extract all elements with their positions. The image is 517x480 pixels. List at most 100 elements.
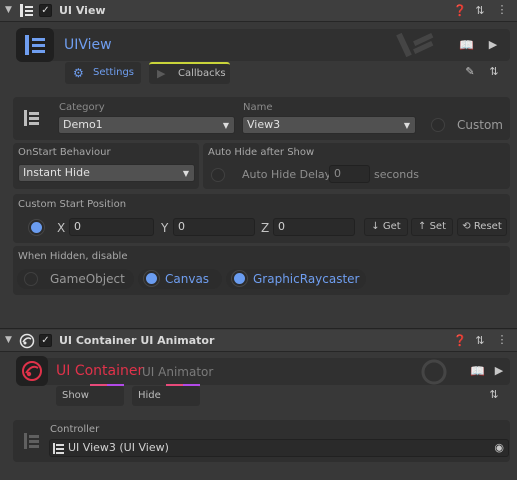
gear-icon: ⚙ <box>73 66 84 80</box>
set-button[interactable]: ↑ Set <box>411 218 453 236</box>
controller-object-field[interactable]: UI View3 (UI View) ◉ <box>49 439 509 457</box>
onstart-label: OnStart Behaviour <box>18 147 111 158</box>
onstart-value: Instant Hide <box>23 166 90 179</box>
reset-label: Reset <box>473 221 502 232</box>
z-label: Z <box>261 221 270 235</box>
controller-label: Controller <box>50 424 100 435</box>
preset-icon[interactable]: ⇅ <box>473 334 487 347</box>
gameobject-option[interactable]: GameObject <box>17 269 134 289</box>
uiview-logo <box>16 28 54 62</box>
sort-icon[interactable]: ⇅ <box>487 388 501 401</box>
help-icon[interactable]: ❓ <box>453 334 467 347</box>
get-button[interactable]: ↓ Get <box>364 218 408 236</box>
sort-icon[interactable]: ⇅ <box>487 65 501 78</box>
custom-start-label: Custom Start Position <box>18 199 127 210</box>
preset-icon[interactable]: ⇅ <box>473 4 487 17</box>
name-label: Name <box>243 102 273 113</box>
graphicraycaster-option[interactable]: GraphicRaycaster <box>226 269 366 289</box>
component-divider <box>0 328 517 329</box>
x-input[interactable]: 0 <box>69 218 154 236</box>
documentation-icon[interactable]: 📖 <box>459 38 474 52</box>
watermark-icon <box>396 32 434 58</box>
get-label: Get <box>382 221 401 232</box>
ui-view-title: UIView <box>64 37 112 53</box>
ui-view-header-title: UI View <box>59 4 106 17</box>
set-label: Set <box>429 221 446 232</box>
edit-icon[interactable]: ✎ <box>463 65 477 78</box>
ui-view-component-header[interactable]: ▼ ✓ UI View ❓ ⇅ ⋮ <box>0 0 517 22</box>
tab-hide[interactable]: Hide <box>132 384 200 406</box>
tab-settings-label: Settings <box>93 67 135 78</box>
ui-animator-header-title: UI Container UI Animator <box>59 334 215 347</box>
ui-animator-component-header[interactable]: ▼ ✓ UI Container UI Animator ❓ ⇅ ⋮ <box>0 330 517 352</box>
object-picker-icon[interactable]: ◉ <box>494 440 504 456</box>
tab-callbacks[interactable]: ▶ Callbacks <box>149 62 230 84</box>
y-input[interactable]: 0 <box>173 218 255 236</box>
ui-view-enabled-checkbox[interactable]: ✓ <box>39 4 52 17</box>
chevron-down-icon: ▼ <box>403 121 410 130</box>
chevron-down-icon: ▼ <box>222 121 229 130</box>
ui-animator-title: UI Container <box>56 363 144 379</box>
more-options-icon[interactable]: ⋮ <box>495 3 509 16</box>
reset-button[interactable]: ⟲ Reset <box>457 218 507 236</box>
arrow-down-icon: ↓ <box>371 221 380 232</box>
z-input[interactable]: 0 <box>273 218 355 236</box>
ui-animator-enabled-checkbox[interactable]: ✓ <box>39 334 52 347</box>
auto-hide-toggle[interactable] <box>211 168 225 182</box>
uiview-component-icon <box>20 4 33 17</box>
gameobject-label: GameObject <box>50 272 125 286</box>
tab-show[interactable]: Show <box>56 384 124 406</box>
y-label: Y <box>161 221 169 235</box>
more-options-icon[interactable]: ⋮ <box>495 333 509 346</box>
graphicraycaster-label: GraphicRaycaster <box>253 272 360 286</box>
animator-component-icon <box>19 333 35 349</box>
custom-label: Custom <box>457 118 503 132</box>
ui-animator-subtitle: UI Animator <box>142 365 214 379</box>
youtube-icon[interactable]: ▶ <box>492 364 506 377</box>
name-value: View3 <box>247 118 281 131</box>
tab-hide-label: Hide <box>138 390 161 401</box>
x-label: X <box>57 221 66 235</box>
controller-icon <box>24 433 39 449</box>
auto-hide-delay-input[interactable]: 0 <box>329 165 370 183</box>
callbacks-icon: ▶ <box>157 67 166 80</box>
watermark-icon <box>421 359 447 385</box>
custom-start-toggle[interactable] <box>29 220 44 235</box>
canvas-toggle[interactable] <box>144 271 159 286</box>
when-hidden-label: When Hidden, disable <box>18 251 128 262</box>
graphicraycaster-toggle[interactable] <box>232 271 247 286</box>
category-dropdown[interactable]: Demo1 ▼ <box>58 116 235 134</box>
hide-underline-purple <box>183 384 200 386</box>
canvas-label: Canvas <box>165 272 210 286</box>
uiview-logo-icon <box>25 35 45 55</box>
auto-hide-delay-label: Auto Hide Delay <box>242 168 332 181</box>
onstart-dropdown[interactable]: Instant Hide ▼ <box>18 164 195 182</box>
tab-settings[interactable]: ⚙ Settings <box>65 62 141 84</box>
hide-underline-pink <box>166 384 183 386</box>
documentation-icon[interactable]: 📖 <box>470 364 485 378</box>
tab-callbacks-label: Callbacks <box>178 68 226 79</box>
arrow-up-icon: ↑ <box>418 221 427 232</box>
category-label: Category <box>59 102 105 113</box>
chevron-down-icon: ▼ <box>182 169 189 178</box>
show-underline-purple <box>107 384 124 386</box>
tab-show-label: Show <box>62 390 89 401</box>
seconds-label: seconds <box>374 168 419 181</box>
foldout-arrow-icon[interactable]: ▼ <box>5 335 12 345</box>
custom-toggle[interactable] <box>431 118 445 132</box>
uiview-object-icon <box>53 443 64 454</box>
help-icon[interactable]: ❓ <box>453 4 467 17</box>
youtube-icon[interactable]: ▶ <box>486 38 500 51</box>
canvas-option[interactable]: Canvas <box>138 269 222 289</box>
auto-hide-label: Auto Hide after Show <box>208 147 315 158</box>
gameobject-toggle[interactable] <box>24 272 38 286</box>
ui-animator-logo <box>16 356 48 386</box>
foldout-arrow-icon[interactable]: ▼ <box>5 5 12 15</box>
database-icon <box>24 110 39 126</box>
reset-icon: ⟲ <box>462 221 471 232</box>
name-dropdown[interactable]: View3 ▼ <box>242 116 416 134</box>
category-value: Demo1 <box>63 118 103 131</box>
show-underline-pink <box>90 384 107 386</box>
controller-value: UI View3 (UI View) <box>68 441 169 454</box>
ui-animator-logo-icon <box>22 361 42 381</box>
